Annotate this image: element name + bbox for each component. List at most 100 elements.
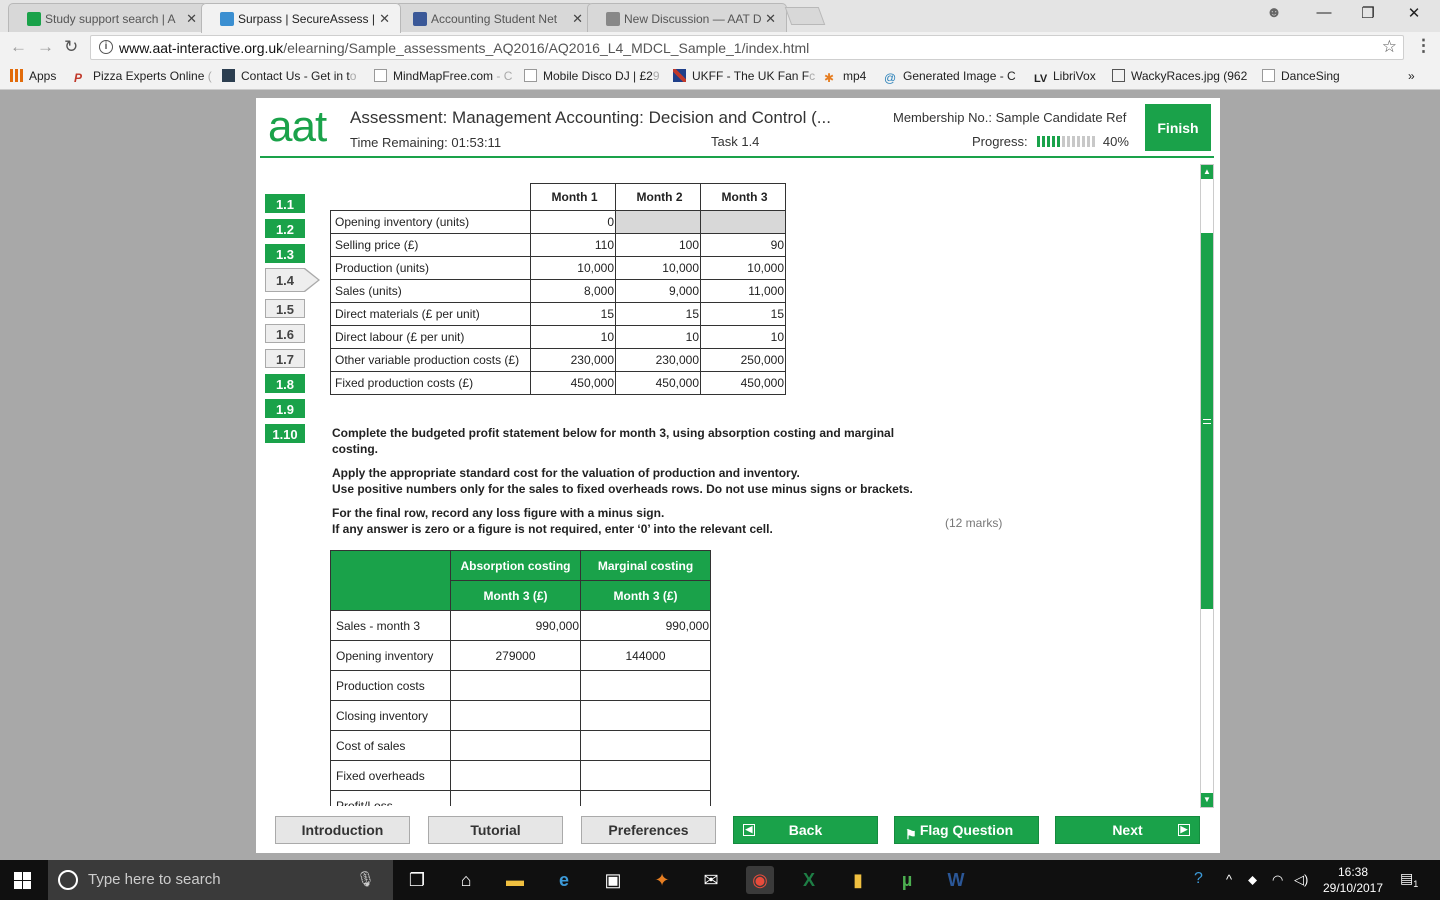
info-icon[interactable]: i (99, 40, 113, 54)
production-costs-marginal-input[interactable] (581, 671, 710, 700)
flag-question-button[interactable]: ⚑ Flag Question (894, 816, 1039, 844)
browser-tab-study-support[interactable]: Study support search | A ✕ (8, 3, 208, 32)
utorrent-icon[interactable]: µ (893, 866, 921, 894)
store-icon[interactable]: ▣ (599, 866, 627, 894)
task-nav-1-2[interactable]: 1.2 (265, 219, 305, 238)
fixed-overheads-marginal-input[interactable] (581, 761, 710, 790)
cost-of-sales-absorption-input[interactable] (451, 731, 580, 760)
content-scrollbar[interactable]: ▲ ▼ (1200, 164, 1214, 808)
browser-menu-icon[interactable]: ⋮ (1415, 36, 1432, 56)
bookmark-ukff[interactable]: UKFF - The UK Fan Fc (673, 69, 815, 83)
bookmark-star-icon[interactable]: ☆ (1382, 37, 1397, 57)
bookmark-librivox[interactable]: LV LibriVox (1034, 69, 1096, 86)
tutorial-button[interactable]: Tutorial (428, 816, 563, 844)
files-icon[interactable]: ▮ (844, 866, 872, 894)
browser-tab-new-discussion[interactable]: New Discussion — AAT D ✕ (587, 3, 787, 32)
bookmark-apps[interactable]: Apps (10, 69, 56, 83)
introduction-button[interactable]: Introduction (275, 816, 410, 844)
bookmark-mobile-disco[interactable]: Mobile Disco DJ | £29 (524, 69, 660, 83)
task-nav-1-6[interactable]: 1.6 (265, 324, 305, 343)
edge-browser-icon[interactable]: e (550, 866, 578, 894)
microphone-icon[interactable]: 🎙 (356, 870, 375, 888)
page-icon (374, 69, 387, 82)
close-icon[interactable]: ✕ (572, 11, 583, 27)
bookmark-dancesing[interactable]: DanceSing (1262, 69, 1340, 83)
page-icon (1262, 69, 1275, 82)
opening-inventory-absorption-input[interactable] (451, 641, 580, 670)
closing-inventory-marginal-input[interactable] (581, 701, 710, 730)
preferences-button[interactable]: Preferences (581, 816, 716, 844)
reload-icon[interactable]: ↻ (64, 37, 78, 57)
table-row: Profit/Loss (330, 790, 711, 806)
task-nav-1-9[interactable]: 1.9 (265, 399, 305, 418)
browser-tab-accounting-student[interactable]: Accounting Student Net ✕ (394, 3, 594, 32)
volume-icon[interactable]: ◁) (1294, 872, 1308, 888)
excel-icon[interactable]: X (795, 866, 823, 894)
cost-of-sales-marginal-input[interactable] (581, 731, 710, 760)
bookmark-mindmapfree[interactable]: MindMapFree.com - C (374, 69, 512, 83)
task-nav-1-7[interactable]: 1.7 (265, 349, 305, 368)
cell-value: 100 (615, 233, 701, 257)
back-arrow-icon[interactable]: ← (10, 37, 27, 57)
tab-favicon-icon (27, 12, 41, 26)
tab-favicon-icon (220, 12, 234, 26)
next-button[interactable]: Next ▶ (1055, 816, 1200, 844)
progress-bar (1037, 136, 1096, 147)
cell-value: 0 (530, 210, 616, 234)
restore-button[interactable]: ❐ (1346, 4, 1390, 22)
forward-arrow-icon[interactable]: → (37, 37, 54, 57)
mail-icon[interactable]: ✉ (697, 866, 725, 894)
opening-inventory-marginal-input[interactable] (581, 641, 710, 670)
cell-value: 10,000 (530, 256, 616, 280)
fixed-overheads-absorption-input[interactable] (451, 761, 580, 790)
task-nav-1-3[interactable]: 1.3 (265, 244, 305, 263)
profile-icon[interactable]: ☻ (1252, 4, 1296, 21)
profit-loss-absorption-input[interactable] (451, 791, 580, 806)
sales-absorption-input[interactable] (451, 611, 580, 640)
close-window-button[interactable]: ✕ (1392, 4, 1436, 22)
back-button[interactable]: ◀ Back (733, 816, 878, 844)
task-nav-1-5[interactable]: 1.5 (265, 299, 305, 318)
puzzle-app-icon[interactable]: ✦ (648, 866, 676, 894)
wifi-icon[interactable]: ◠ (1272, 872, 1283, 888)
show-hidden-icons-chevron-icon[interactable]: ^ (1226, 872, 1232, 887)
close-icon[interactable]: ✕ (765, 11, 776, 27)
answer-table: Absorption costing Marginal costing Mont… (330, 550, 711, 806)
bookmark-wackyraces[interactable]: WackyRaces.jpg (962 (1112, 69, 1247, 83)
taskbar-search-box[interactable]: Type here to search 🎙 (48, 860, 393, 900)
closing-inventory-absorption-input[interactable] (451, 701, 580, 730)
column-header: Month 2 (615, 183, 701, 211)
task-nav-1-1[interactable]: 1.1 (265, 194, 305, 213)
bookmark-mp4[interactable]: ✱ mp4 (824, 69, 866, 85)
home-icon[interactable]: ⌂ (452, 866, 480, 894)
task-nav-1-10[interactable]: 1.10 (265, 424, 305, 443)
minimize-button[interactable]: — (1302, 4, 1346, 21)
scrollbar-thumb[interactable] (1201, 233, 1213, 609)
word-icon[interactable]: W (942, 866, 970, 894)
dropbox-icon[interactable]: ⬥ (1248, 872, 1257, 888)
help-icon[interactable]: ? (1194, 870, 1203, 888)
sales-marginal-input[interactable] (581, 611, 710, 640)
taskbar-clock[interactable]: 16:38 29/10/2017 (1318, 864, 1388, 896)
address-bar[interactable]: i www.aat-interactive.org.uk/elearning/S… (90, 35, 1404, 60)
production-costs-absorption-input[interactable] (451, 671, 580, 700)
profit-loss-marginal-input[interactable] (581, 791, 710, 806)
action-center-icon[interactable]: ▤1 (1400, 870, 1418, 889)
close-icon[interactable]: ✕ (186, 11, 197, 27)
task-nav-1-4[interactable]: 1.4 (265, 268, 320, 292)
bookmark-generated-image[interactable]: @ Generated Image - C (884, 69, 1016, 85)
task-view-icon[interactable]: ❐ (403, 866, 431, 894)
more-bookmarks-chevron-icon[interactable]: » (1408, 69, 1415, 83)
scroll-up-arrow-icon[interactable]: ▲ (1201, 165, 1213, 179)
browser-tab-surpass[interactable]: Surpass | SecureAssess | ✕ (201, 3, 401, 33)
close-icon[interactable]: ✕ (379, 11, 390, 27)
windows-start-icon[interactable] (14, 872, 32, 889)
bookmark-contact-us[interactable]: Contact Us - Get in to (222, 69, 356, 83)
file-explorer-icon[interactable]: ▬ (501, 866, 529, 894)
task-nav-1-8[interactable]: 1.8 (265, 374, 305, 393)
finish-button[interactable]: Finish (1145, 104, 1211, 151)
new-tab-button[interactable] (784, 7, 826, 25)
scroll-down-arrow-icon[interactable]: ▼ (1201, 793, 1213, 807)
bookmark-pizza-experts[interactable]: P Pizza Experts Online ( (74, 69, 212, 85)
chrome-icon[interactable]: ◉ (746, 866, 774, 894)
